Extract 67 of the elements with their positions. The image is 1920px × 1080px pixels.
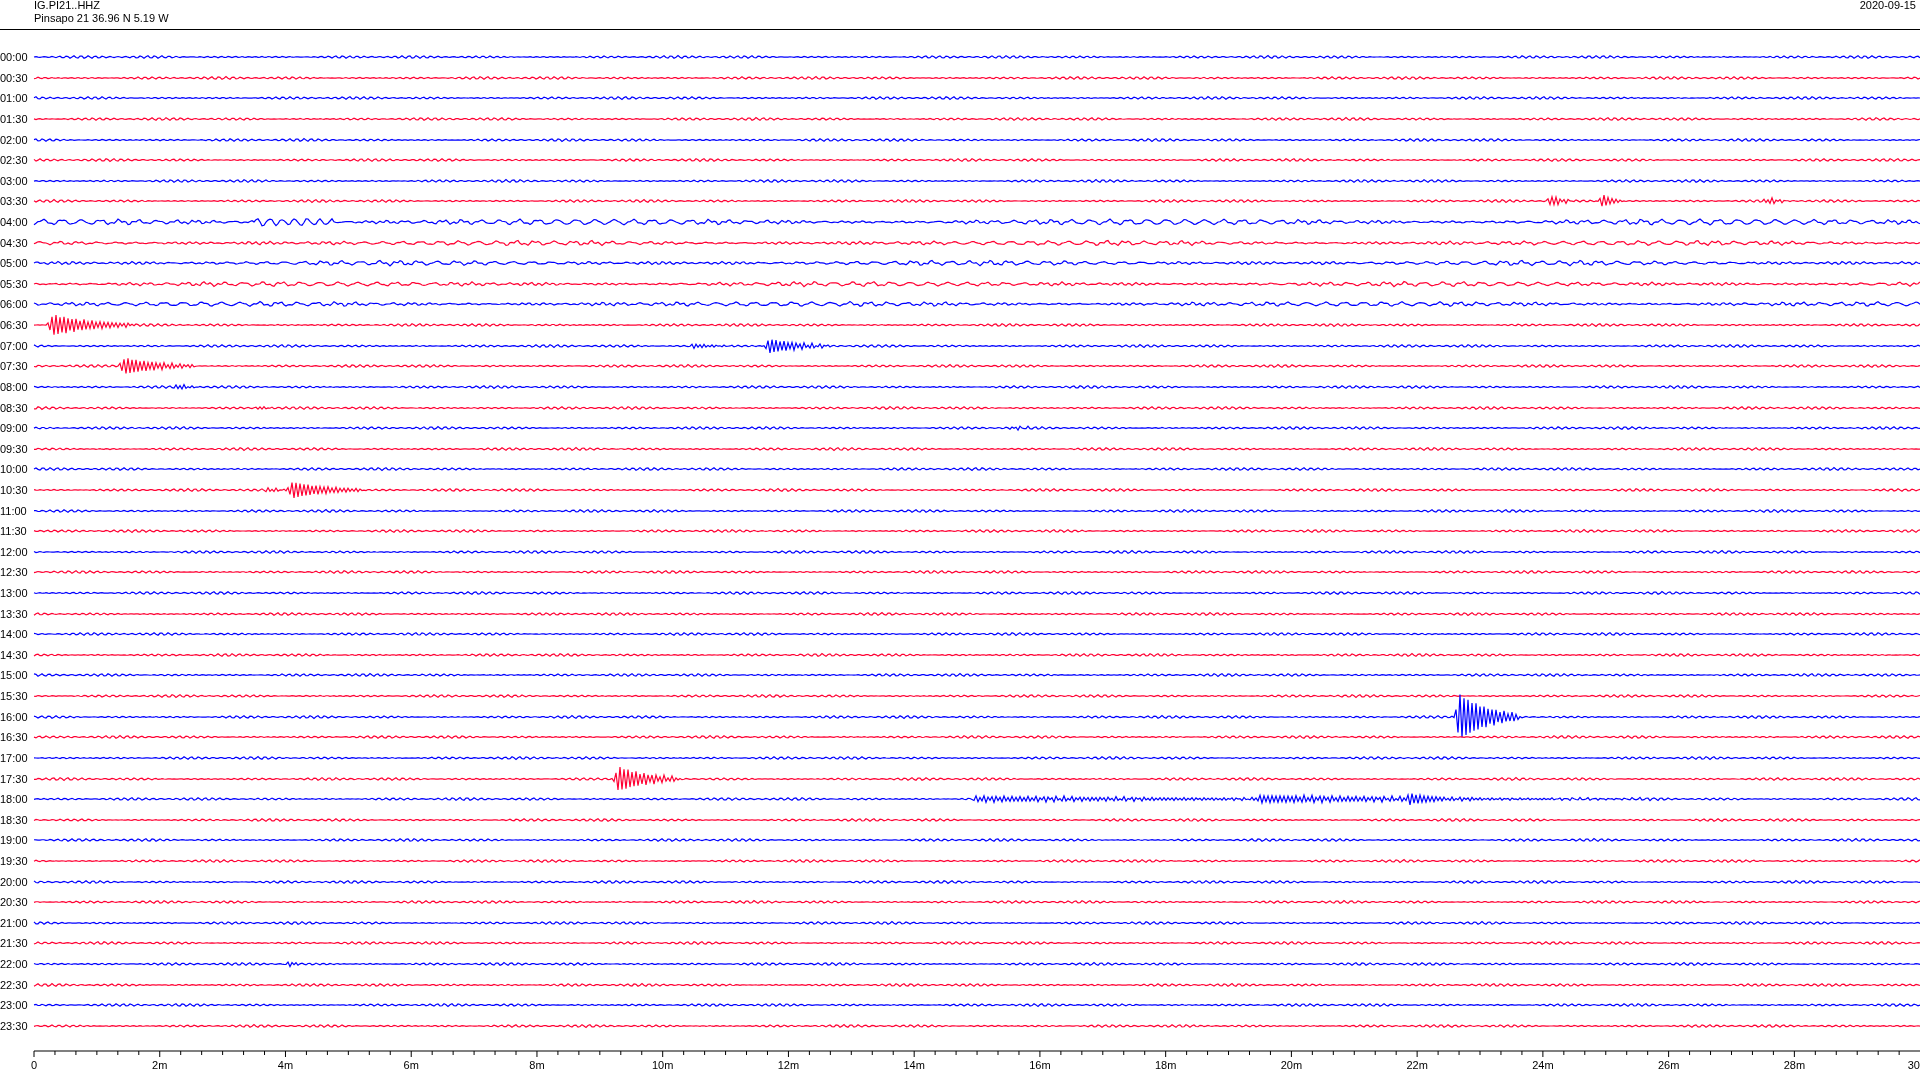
row-time-label: 02:30: [0, 154, 29, 167]
row-time-label: 19:00: [0, 834, 29, 847]
row-time-label: 05:00: [0, 257, 29, 270]
axis-tick-label: 16m: [1029, 1059, 1051, 1072]
row-time-label: 16:30: [0, 731, 29, 744]
row-time-label: 13:30: [0, 607, 29, 620]
row-time-label: 23:30: [0, 1019, 29, 1032]
row-time-label: 12:00: [0, 545, 29, 558]
station-code: IG.PI21..HHZ: [34, 0, 102, 12]
row-time-label: 18:30: [0, 813, 29, 826]
axis-tick-label: 26m: [1657, 1059, 1680, 1072]
row-time-label: 17:00: [0, 751, 29, 764]
row-time-label: 08:00: [0, 380, 29, 393]
axis-tick-label: 6m: [403, 1059, 419, 1072]
row-time-label: 01:00: [0, 92, 29, 105]
axis-tick-label: 4m: [277, 1059, 294, 1072]
row-time-label: 01:30: [0, 113, 29, 125]
row-time-label: 11:30: [0, 525, 28, 538]
axis-tick-label: 22m: [1406, 1059, 1428, 1072]
axis-tick-label: 30: [1907, 1059, 1920, 1072]
row-time-label: 10:30: [0, 483, 29, 496]
plot-date: 2020-09-15: [1859, 0, 1916, 13]
row-time-label: 08:30: [0, 401, 29, 414]
row-time-label: 17:30: [0, 772, 29, 785]
axis-tick-label: 8m: [529, 1059, 545, 1072]
axis-tick-label: 28m: [1783, 1059, 1806, 1072]
row-time-label: 10:00: [0, 463, 29, 476]
row-time-label: 19:30: [0, 854, 29, 867]
row-time-label: 05:30: [0, 277, 29, 290]
axis-tick-label: 12m: [777, 1059, 800, 1072]
axis-tick-label: 2m: [152, 1059, 168, 1072]
axis-tick-label: 24m: [1532, 1059, 1554, 1072]
row-time-label: 03:30: [0, 195, 29, 208]
station-location: Pinsapo 21 36.96 N 5.19 W: [34, 12, 169, 25]
row-time-label: 21:30: [0, 937, 29, 950]
row-time-label: 07:30: [0, 360, 29, 373]
row-time-label: 13:00: [0, 587, 29, 599]
axis-tick-label: 14m: [903, 1059, 925, 1072]
row-time-label: 15:30: [0, 690, 29, 703]
row-time-label: 06:30: [0, 319, 29, 332]
row-time-label: 09:00: [0, 422, 29, 435]
row-time-label: 20:30: [0, 896, 29, 909]
row-time-label: 00:00: [0, 51, 29, 64]
row-time-label: 02:00: [0, 133, 29, 146]
row-time-label: 21:00: [0, 916, 29, 929]
row-time-label: 07:00: [0, 339, 29, 352]
row-time-label: 14:30: [0, 648, 29, 661]
row-time-label: 20:00: [0, 875, 29, 888]
row-time-label: 16:00: [0, 710, 29, 723]
row-time-label: 06:00: [0, 298, 29, 311]
axis-tick-label: 0: [30, 1059, 38, 1072]
row-time-label: 04:30: [0, 236, 29, 249]
row-time-label: 09:30: [0, 442, 29, 455]
axis-tick-label: 10m: [652, 1059, 674, 1072]
row-time-label: 12:30: [0, 566, 29, 579]
row-time-label: 03:00: [0, 174, 29, 187]
axis-tick-label: 20m: [1280, 1059, 1303, 1072]
row-time-label: 14:00: [0, 628, 29, 641]
row-time-label: 15:00: [0, 669, 29, 682]
axis-tick-label: 18m: [1154, 1059, 1177, 1072]
row-time-label: 11:00: [0, 504, 28, 517]
row-time-label: 18:00: [0, 793, 29, 806]
row-time-label: 22:00: [0, 958, 29, 970]
row-time-label: 00:30: [0, 71, 29, 84]
row-time-label: 23:00: [0, 999, 29, 1012]
row-time-label: 22:30: [0, 978, 29, 991]
row-time-label: 04:00: [0, 216, 29, 229]
